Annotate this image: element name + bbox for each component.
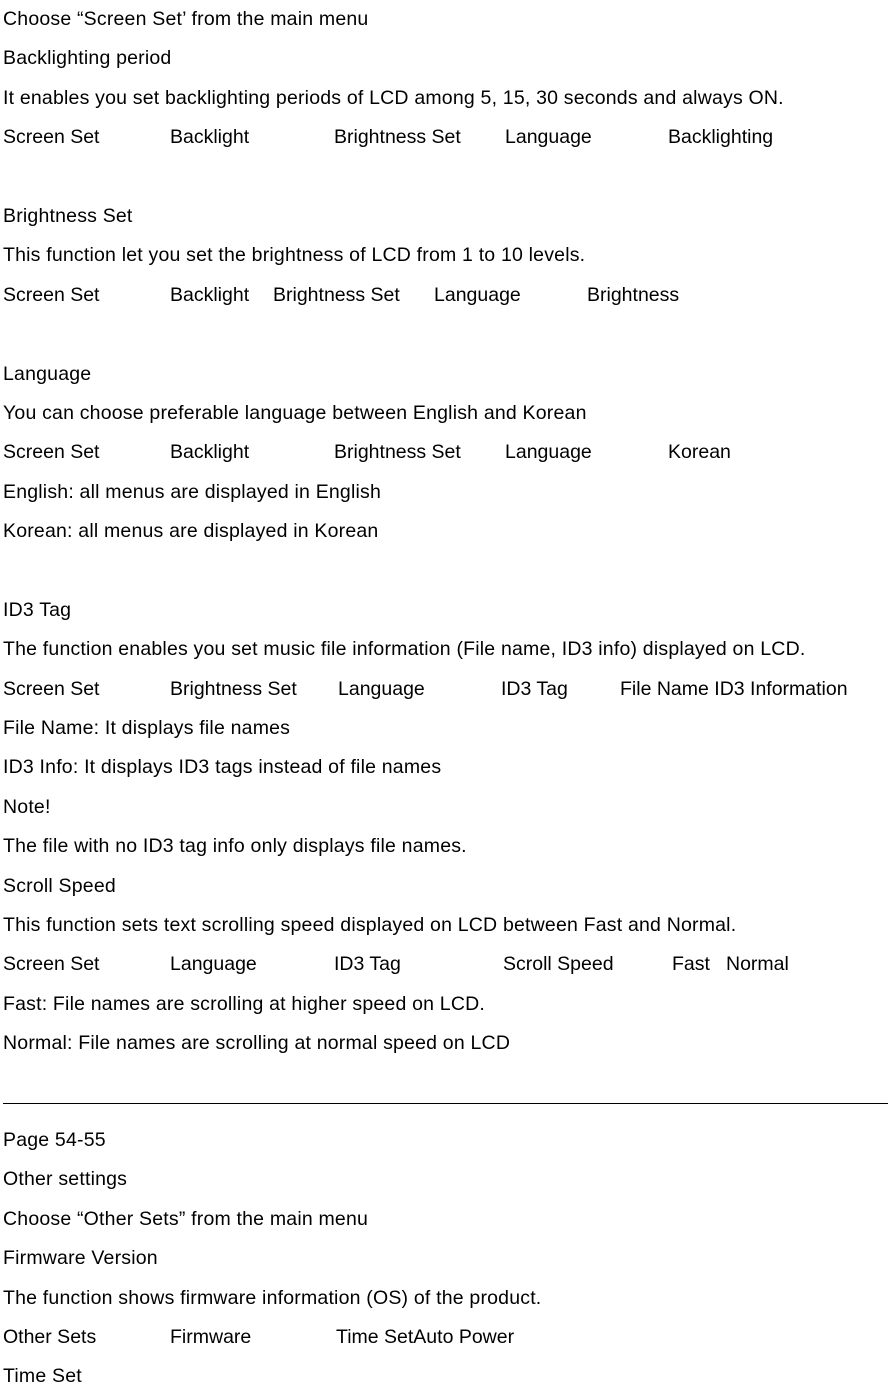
menu-path-segment: Other Sets [3, 1325, 97, 1348]
id3-tag-note-file-name: File Name: It displays file names [3, 717, 291, 740]
menu-path-segment: Backlight [170, 441, 250, 464]
backlighting-menu-path: Screen Set Backlight Brightness Set Lang… [0, 118, 892, 157]
brightness-description: This function let you set the brightness… [3, 244, 586, 267]
time-set-heading: Time Set [3, 1365, 82, 1388]
menu-path-segment: Backlight [170, 283, 250, 306]
menu-path-segment: Screen Set [3, 677, 100, 700]
document-page: Choose “Screen Set’ from the main menu B… [0, 0, 892, 1387]
id3-tag-description: The function enables you set music file … [3, 638, 806, 661]
page-label: Page 54-55 [3, 1128, 106, 1151]
menu-path-segment: Scroll Speed [503, 953, 614, 976]
language-description: You can choose preferable language betwe… [3, 401, 587, 424]
menu-path-segment: Language [505, 441, 592, 464]
backlighting-heading: Backlighting period [3, 47, 172, 70]
divider-spacer [0, 1103, 892, 1121]
menu-path-segment: Fast [672, 953, 710, 976]
scroll-speed-heading: Scroll Speed [3, 874, 116, 897]
menu-path-segment: Brightness [587, 283, 680, 306]
id3-tag-heading: ID3 Tag [3, 598, 72, 621]
other-settings-heading: Other settings [3, 1168, 128, 1191]
page-divider [3, 1102, 888, 1104]
menu-path-segment: Brightness Set [273, 283, 400, 306]
menu-path-segment: Screen Set [3, 283, 100, 306]
language-menu-path: Screen Set Backlight Brightness Set Lang… [0, 433, 892, 472]
language-note-korean: Korean: all menus are displayed in Korea… [3, 520, 379, 543]
menu-path-segment: Language [338, 677, 425, 700]
menu-path-segment: Normal [726, 953, 789, 976]
note-body: The file with no ID3 tag info only displ… [3, 835, 467, 858]
menu-path-segment: Language [434, 283, 521, 306]
other-settings-intro: Choose “Other Sets” from the main menu [3, 1207, 369, 1230]
menu-path-segment: Brightness Set [170, 677, 297, 700]
id3-tag-menu-path: Screen Set Brightness Set Language ID3 T… [0, 670, 892, 709]
screen-set-intro-line: Choose “Screen Set’ from the main menu [3, 8, 369, 30]
firmware-version-description: The function shows firmware information … [3, 1286, 542, 1309]
brightness-menu-path: Screen Set Backlight Brightness Set Lang… [0, 276, 892, 315]
id3-tag-note-id3-info: ID3 Info: It displays ID3 tags instead o… [3, 756, 442, 779]
menu-path-segment: Language [505, 126, 592, 149]
scroll-speed-note-fast: Fast: File names are scrolling at higher… [3, 992, 486, 1015]
scroll-speed-description: This function sets text scrolling speed … [3, 913, 737, 936]
menu-path-segment: Screen Set [3, 441, 100, 464]
firmware-version-heading: Firmware Version [3, 1247, 158, 1270]
menu-path-segment: Backlighting [668, 126, 774, 149]
menu-path-segment: Firmware [170, 1325, 252, 1348]
menu-path-segment: Brightness Set [334, 441, 461, 464]
scroll-speed-menu-path: Screen Set Language ID3 Tag Scroll Speed… [0, 945, 892, 984]
menu-path-segment: ID3 Tag [501, 677, 568, 700]
language-heading: Language [3, 362, 92, 385]
menu-path-segment: Language [170, 953, 257, 976]
other-sets-menu-path: Other Sets Firmware Time SetAuto Power [0, 1318, 892, 1357]
note-label: Note! [3, 795, 51, 818]
backlighting-description: It enables you set backlighting periods … [3, 86, 784, 109]
menu-path-segment: Screen Set [3, 126, 100, 149]
menu-path-segment: Time SetAuto Power [336, 1325, 515, 1348]
menu-path-segment: Backlight [170, 126, 250, 149]
brightness-heading: Brightness Set [3, 204, 133, 227]
menu-path-segment: Korean [668, 441, 731, 464]
menu-path-segment: File Name ID3 Information [620, 677, 848, 700]
language-note-english: English: all menus are displayed in Engl… [3, 480, 382, 503]
scroll-speed-note-normal: Normal: File names are scrolling at norm… [3, 1032, 511, 1055]
menu-path-segment: Brightness Set [334, 126, 461, 149]
menu-path-segment: Screen Set [3, 953, 100, 976]
menu-path-segment: ID3 Tag [334, 953, 401, 976]
